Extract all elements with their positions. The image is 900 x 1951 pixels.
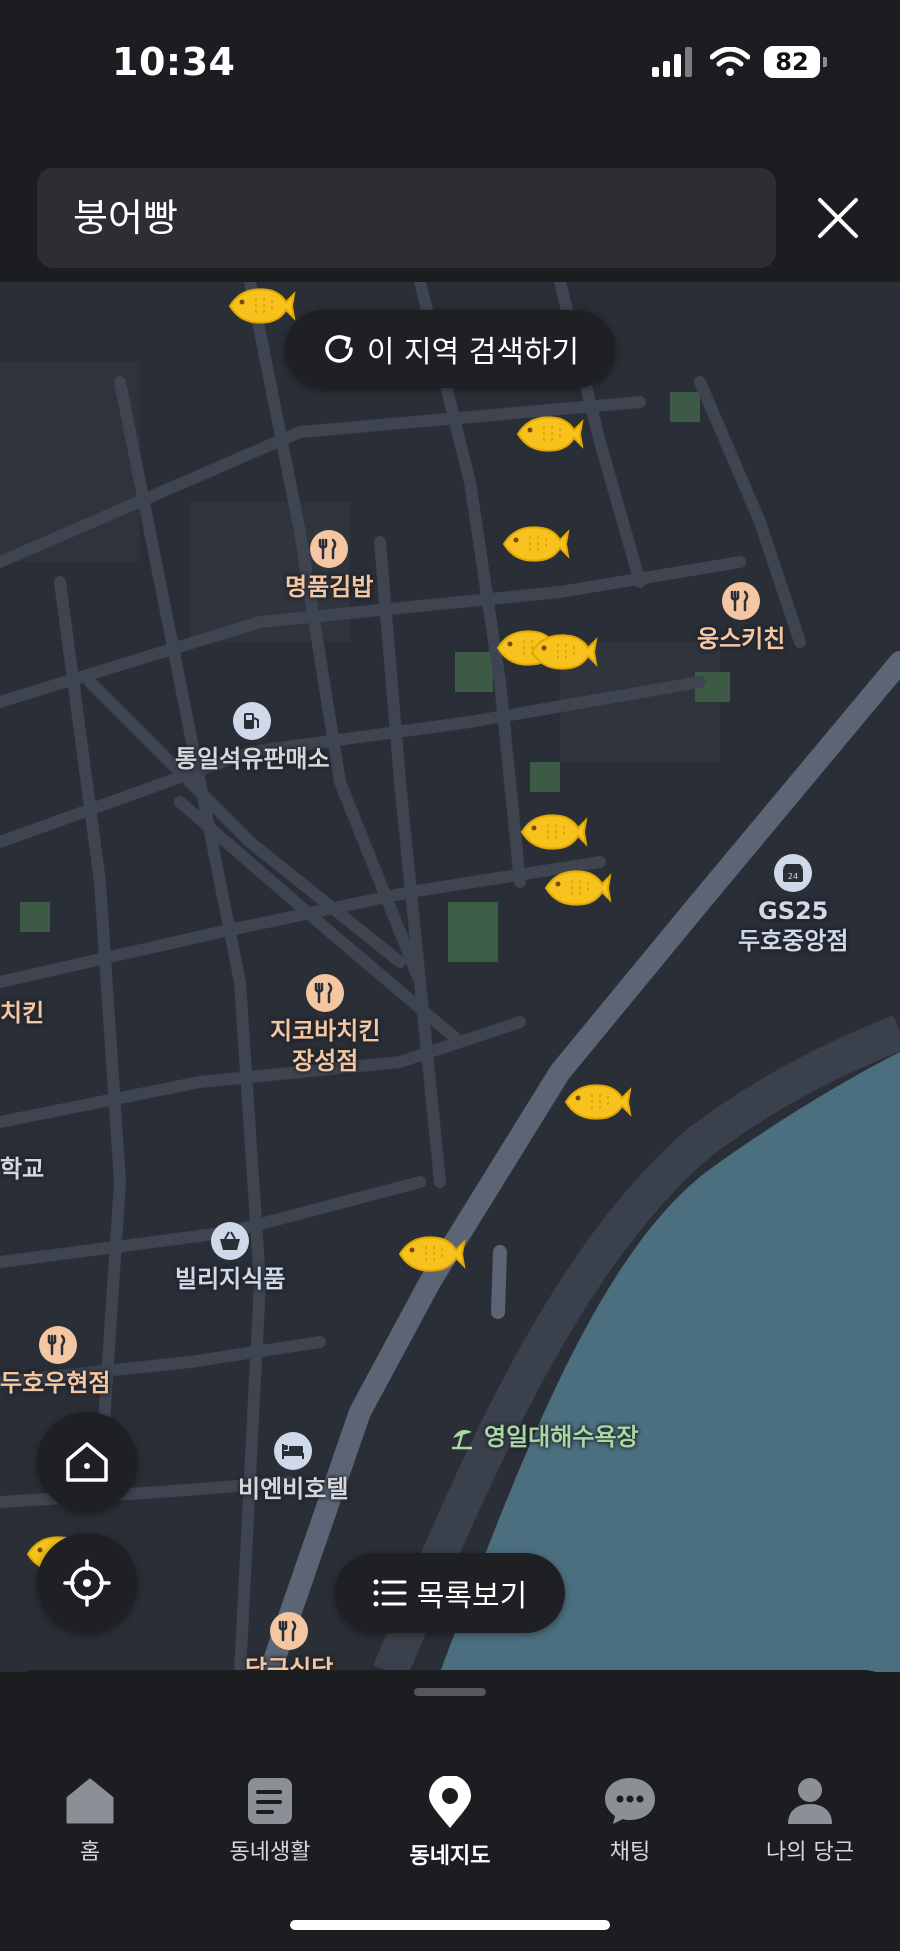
- tab-label: 동네지도: [409, 1844, 491, 1869]
- poi-myeongpum-gimbap[interactable]: 명품김밥: [285, 530, 373, 602]
- tab-my-carrot[interactable]: 나의 당근: [720, 1762, 900, 1892]
- poi-label: 두호우현점: [0, 1369, 111, 1397]
- poi-bnb-hotel[interactable]: 비엔비호텔: [238, 1432, 348, 1504]
- gas-station-icon: [233, 702, 272, 740]
- search-this-area-button[interactable]: 이 지역 검색하기: [285, 310, 615, 388]
- restaurant-icon: [310, 530, 349, 568]
- tab-community[interactable]: 동네생활: [180, 1762, 360, 1892]
- status-time: 10:34: [112, 40, 236, 84]
- chat-icon: [605, 1778, 655, 1824]
- restaurant-icon: [722, 582, 761, 620]
- fish-bread-marker[interactable]: [224, 282, 296, 332]
- poi-label: 웅스키친: [697, 625, 786, 653]
- wifi-icon: [710, 47, 750, 76]
- fish-bread-marker[interactable]: [512, 408, 584, 460]
- poi-gs25[interactable]: 24 GS25 두호중앙점: [738, 854, 848, 956]
- search-header: [0, 140, 900, 283]
- list-view-button[interactable]: 목록보기: [335, 1553, 565, 1633]
- battery-level: 82: [775, 48, 809, 76]
- poi-label: 지코바치킨 장성점: [270, 1017, 381, 1075]
- fish-bread-marker[interactable]: [394, 1228, 466, 1280]
- tab-chat[interactable]: 채팅: [540, 1762, 720, 1892]
- search-box[interactable]: [37, 168, 776, 268]
- fish-bread-marker[interactable]: [526, 626, 598, 678]
- poi-label: 비엔비호텔: [238, 1475, 349, 1503]
- poi-label: GS25 두호중앙점: [738, 897, 849, 955]
- house-icon: [66, 1442, 108, 1482]
- refresh-icon: [325, 335, 353, 363]
- poi-label: 학교: [0, 1155, 45, 1183]
- poi-label: 빌리지식품: [175, 1265, 286, 1293]
- poi-danggu-restaurant[interactable]: 당구식당: [245, 1612, 333, 1672]
- poi-label: 영일대해수욕장: [484, 1423, 639, 1451]
- poi-gas-station[interactable]: 통일석유판매소: [175, 702, 330, 774]
- sheet-handle[interactable]: [414, 1688, 486, 1696]
- map-pin-icon: [429, 1776, 471, 1828]
- svg-text:24: 24: [788, 872, 798, 881]
- map-view[interactable]: 이 지역 검색하기 명품김밥 웅스키친 통일석유판매소 24 GS25 두호중앙…: [0, 282, 900, 1672]
- poi-duho-woohyun[interactable]: 두호우현점: [0, 1326, 110, 1398]
- board-icon: [248, 1778, 292, 1824]
- fish-bread-marker[interactable]: [540, 862, 612, 914]
- convenience-store-icon: 24: [774, 854, 813, 892]
- poi-label: 치킨: [0, 999, 45, 1027]
- search-input[interactable]: [73, 168, 713, 268]
- close-icon: [818, 198, 858, 238]
- tab-label: 나의 당근: [766, 1840, 854, 1865]
- person-icon: [788, 1778, 832, 1824]
- crosshair-icon: [63, 1559, 111, 1607]
- poi-woong-kitchen[interactable]: 웅스키친: [697, 582, 785, 654]
- list-view-label: 목록보기: [416, 1579, 528, 1614]
- home-icon: [66, 1778, 114, 1824]
- home-indicator: [290, 1920, 610, 1930]
- restaurant-icon: [270, 1612, 309, 1650]
- status-bar: 10:34 82: [0, 0, 900, 140]
- list-icon: [373, 1579, 407, 1607]
- tab-label: 동네생활: [229, 1840, 311, 1865]
- current-location-button[interactable]: [37, 1533, 137, 1633]
- poi-jikoba-chicken[interactable]: 지코바치킨 장성점: [270, 974, 380, 1076]
- poi-label: 통일석유판매소: [175, 745, 330, 773]
- close-button[interactable]: [808, 188, 868, 248]
- tab-neighborhood-map[interactable]: 동네지도: [360, 1762, 540, 1892]
- tab-label: 채팅: [609, 1840, 651, 1865]
- fish-bread-marker[interactable]: [560, 1076, 632, 1128]
- fish-bread-marker[interactable]: [516, 806, 588, 858]
- fish-bread-marker[interactable]: [498, 518, 570, 570]
- restaurant-icon: [306, 974, 345, 1012]
- tab-label: 홈: [79, 1840, 101, 1865]
- poi-label: 명품김밥: [285, 573, 374, 601]
- basket-icon: [211, 1222, 250, 1260]
- search-this-area-label: 이 지역 검색하기: [366, 335, 580, 370]
- status-icons: 82: [652, 46, 827, 78]
- poi-village-food[interactable]: 빌리지식품: [175, 1222, 285, 1294]
- battery-nub: [823, 57, 827, 67]
- battery-indicator: 82: [764, 46, 827, 78]
- bed-icon: [274, 1432, 313, 1470]
- poi-school-partial[interactable]: 학교: [0, 1150, 44, 1184]
- poi-yeongildae-beach[interactable]: 영일대해수욕장: [450, 1422, 639, 1452]
- restaurant-icon: [39, 1326, 78, 1364]
- beach-icon: [452, 1430, 472, 1450]
- tab-home[interactable]: 홈: [0, 1762, 180, 1892]
- poi-chicken-partial[interactable]: 치킨: [0, 994, 44, 1028]
- signal-icon: [652, 47, 692, 77]
- my-neighborhood-button[interactable]: [37, 1412, 137, 1512]
